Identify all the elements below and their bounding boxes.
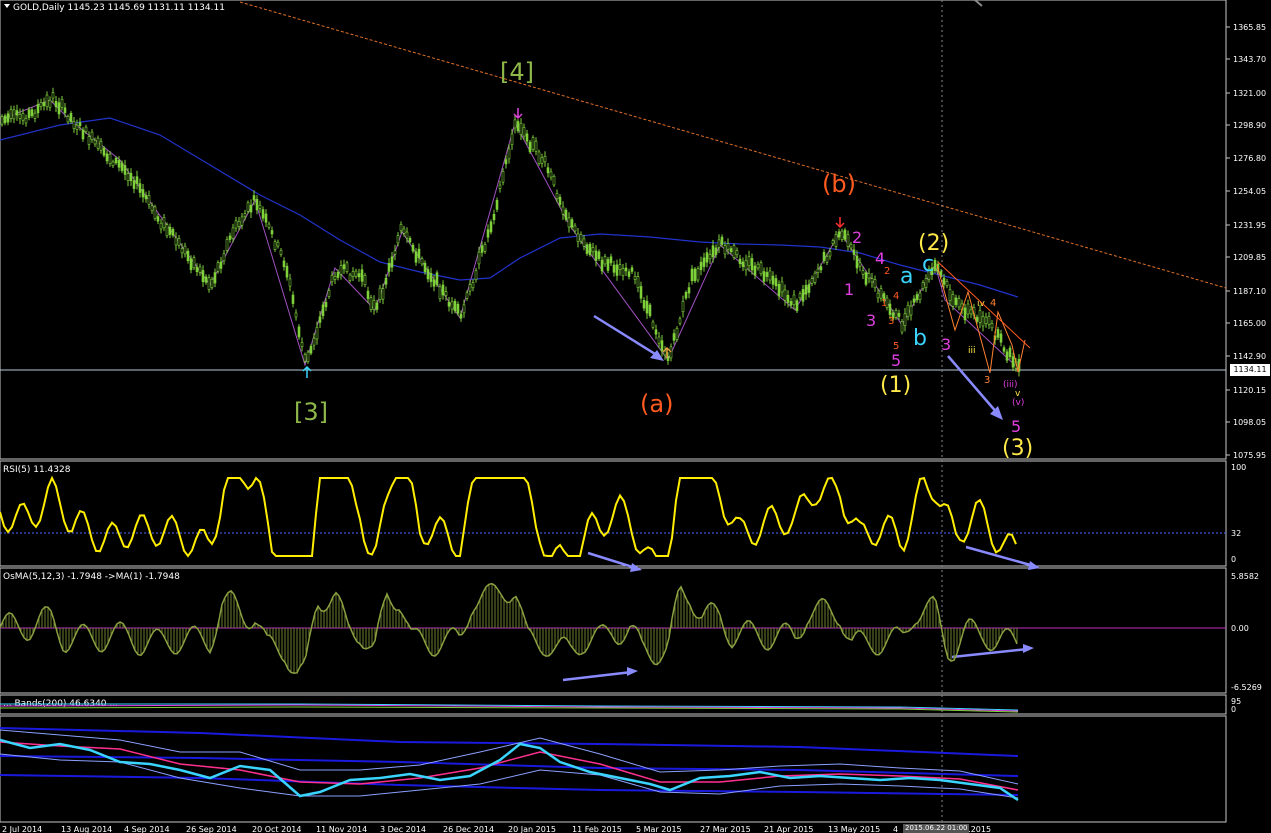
- wave-label-o3: 3: [888, 316, 894, 327]
- wave-label-3: (3): [1002, 436, 1033, 461]
- rsi-line: [0, 475, 1017, 558]
- wave-label-c-cyan: c: [922, 252, 934, 277]
- date-tick-label: 20 Jan 2015: [508, 825, 556, 833]
- wave-label-m5b: 5: [1011, 417, 1021, 436]
- price-tick-label: 1231.95: [1233, 221, 1266, 230]
- date-tick-label: 4 Sep 2014: [124, 825, 170, 833]
- price-tick-label: 1276.80: [1233, 154, 1266, 163]
- wave-label-a-cyan: a: [900, 264, 913, 289]
- date-tick-label: 21 Apr 2015: [764, 825, 813, 833]
- date-tick-label: 5 Mar 2015: [636, 825, 682, 833]
- price-tick-label: 1098.05: [1233, 418, 1266, 427]
- wave-label-m3: 3: [866, 311, 876, 330]
- price-tick-label: 1075.95: [1233, 451, 1266, 460]
- price-scale: 1365.85 1343.70 1321.00 1298.90 1276.80 1254.…: [1226, 23, 1266, 460]
- wave-label-m2: 2: [852, 228, 862, 247]
- wave-label-a: (a): [640, 390, 673, 418]
- trend-arrows: [562, 314, 1040, 682]
- current-price-label: 1134.11: [1230, 364, 1270, 376]
- price-tick-label: 1120.15: [1233, 386, 1266, 395]
- wave-label-pv: (v): [1012, 398, 1024, 408]
- osma-title: OsMA(5,12,3) -1.7948 ->MA(1) -1.7948: [3, 572, 180, 582]
- wave-label-b-cyan: b: [913, 326, 927, 351]
- price-tick-label: 1187.10: [1233, 287, 1266, 296]
- wave-label-o4: 4: [893, 291, 899, 302]
- date-tick-label: 13 Aug 2014: [61, 825, 112, 833]
- wave-label-o2: 2: [884, 266, 890, 277]
- svg-text:0.00: 0.00: [1231, 624, 1249, 633]
- wave-label-4-primary: [4]: [500, 58, 534, 86]
- wave-label-o5: 5: [893, 341, 899, 352]
- price-tick-label: 1365.85: [1233, 23, 1266, 32]
- pane-borders: [0, 0, 1227, 823]
- downtrend-line: [239, 1, 1227, 289]
- price-tick-label: 1165.00: [1233, 319, 1266, 328]
- rsi-title: RSI(5) 11.4328: [3, 465, 71, 475]
- price-tick-label: 1321.00: [1233, 89, 1266, 98]
- price-candles: [0, 87, 1021, 377]
- date-tick-label: 3 Dec 2014: [380, 825, 426, 833]
- price-tick-label: 1298.90: [1233, 121, 1266, 130]
- wave-label-riv: iv: [977, 299, 986, 309]
- wave-label-m1: 1: [844, 280, 854, 299]
- chart-canvas[interactable]: 1365.85 1343.70 1321.00 1298.90 1276.80 1254.…: [0, 0, 1271, 833]
- price-tick-label: 1209.85: [1233, 253, 1266, 262]
- wave-labels: [4] [3] (b) (a) (2) (1) (3) 2 1 4 3 5 3 …: [294, 58, 1033, 461]
- date-tick-label: 27 Mar 2015: [700, 825, 751, 833]
- price-tick-label: 1343.70: [1233, 55, 1266, 64]
- date-tick-label: 2 Jul 2014: [2, 825, 42, 833]
- wave-label-riii: iii: [968, 346, 976, 356]
- wave-label-r3: 3: [984, 375, 990, 386]
- svg-text:5.8582: 5.8582: [1231, 572, 1259, 581]
- price-tick-label: 1142.90: [1233, 352, 1266, 361]
- date-tick-label: 13 May 2015: [828, 825, 880, 833]
- wave-label-b: (b): [822, 170, 856, 198]
- wave-label-r4: 4: [990, 298, 996, 309]
- wave-label-o1: 1: [881, 298, 887, 309]
- svg-text:100: 100: [1231, 463, 1246, 472]
- osma-scale: 5.8582 0.00 -6.5269: [1231, 572, 1262, 692]
- date-tick-label: 20 Oct 2014: [252, 825, 301, 833]
- main-chart-title: GOLD,Daily 1145.23 1145.69 1131.11 1134.…: [13, 3, 225, 13]
- wave-label-1: (1): [880, 373, 911, 398]
- svg-text:-6.5269: -6.5269: [1231, 683, 1262, 692]
- date-tick-label: 26 Dec 2014: [443, 825, 494, 833]
- price-tick-label: 1254.05: [1233, 187, 1266, 196]
- date-tick-label: 11 Feb 2015: [572, 825, 622, 833]
- svg-text:0: 0: [1231, 705, 1236, 714]
- strip-lines: [0, 703, 1019, 713]
- date-axis: 2 Jul 2014 13 Aug 2014 4 Sep 2014 26 Sep 20…: [2, 825, 991, 833]
- wave-label-v: v: [1015, 389, 1021, 399]
- pane-titles: GOLD,Daily 1145.23 1145.69 1131.11 1134.…: [3, 3, 225, 709]
- wave-label-m3b: 3: [941, 335, 951, 354]
- date-tick-label: 26 Sep 2014: [186, 825, 237, 833]
- wave-label-3-primary: [3]: [294, 398, 328, 426]
- crosshair-date-label: 2015.06.22 01:00: [903, 824, 970, 833]
- svg-text:0: 0: [1231, 555, 1236, 564]
- pivot-markers: [302, 108, 845, 378]
- wave-label-m5: 5: [891, 351, 901, 370]
- date-tick-label: 4: [893, 825, 898, 833]
- strip-scale: 95 0: [1231, 697, 1241, 714]
- svg-text:32: 32: [1231, 529, 1241, 538]
- rsi-scale: 100 32 0: [1231, 463, 1246, 564]
- bands-pane: [0, 727, 1019, 802]
- trading-chart-window[interactable]: 1365.85 1343.70 1321.00 1298.90 1276.80 1254.…: [0, 0, 1271, 833]
- date-tick-label: 11 Nov 2014: [316, 825, 367, 833]
- crosshair-top-marker: [974, 0, 983, 7]
